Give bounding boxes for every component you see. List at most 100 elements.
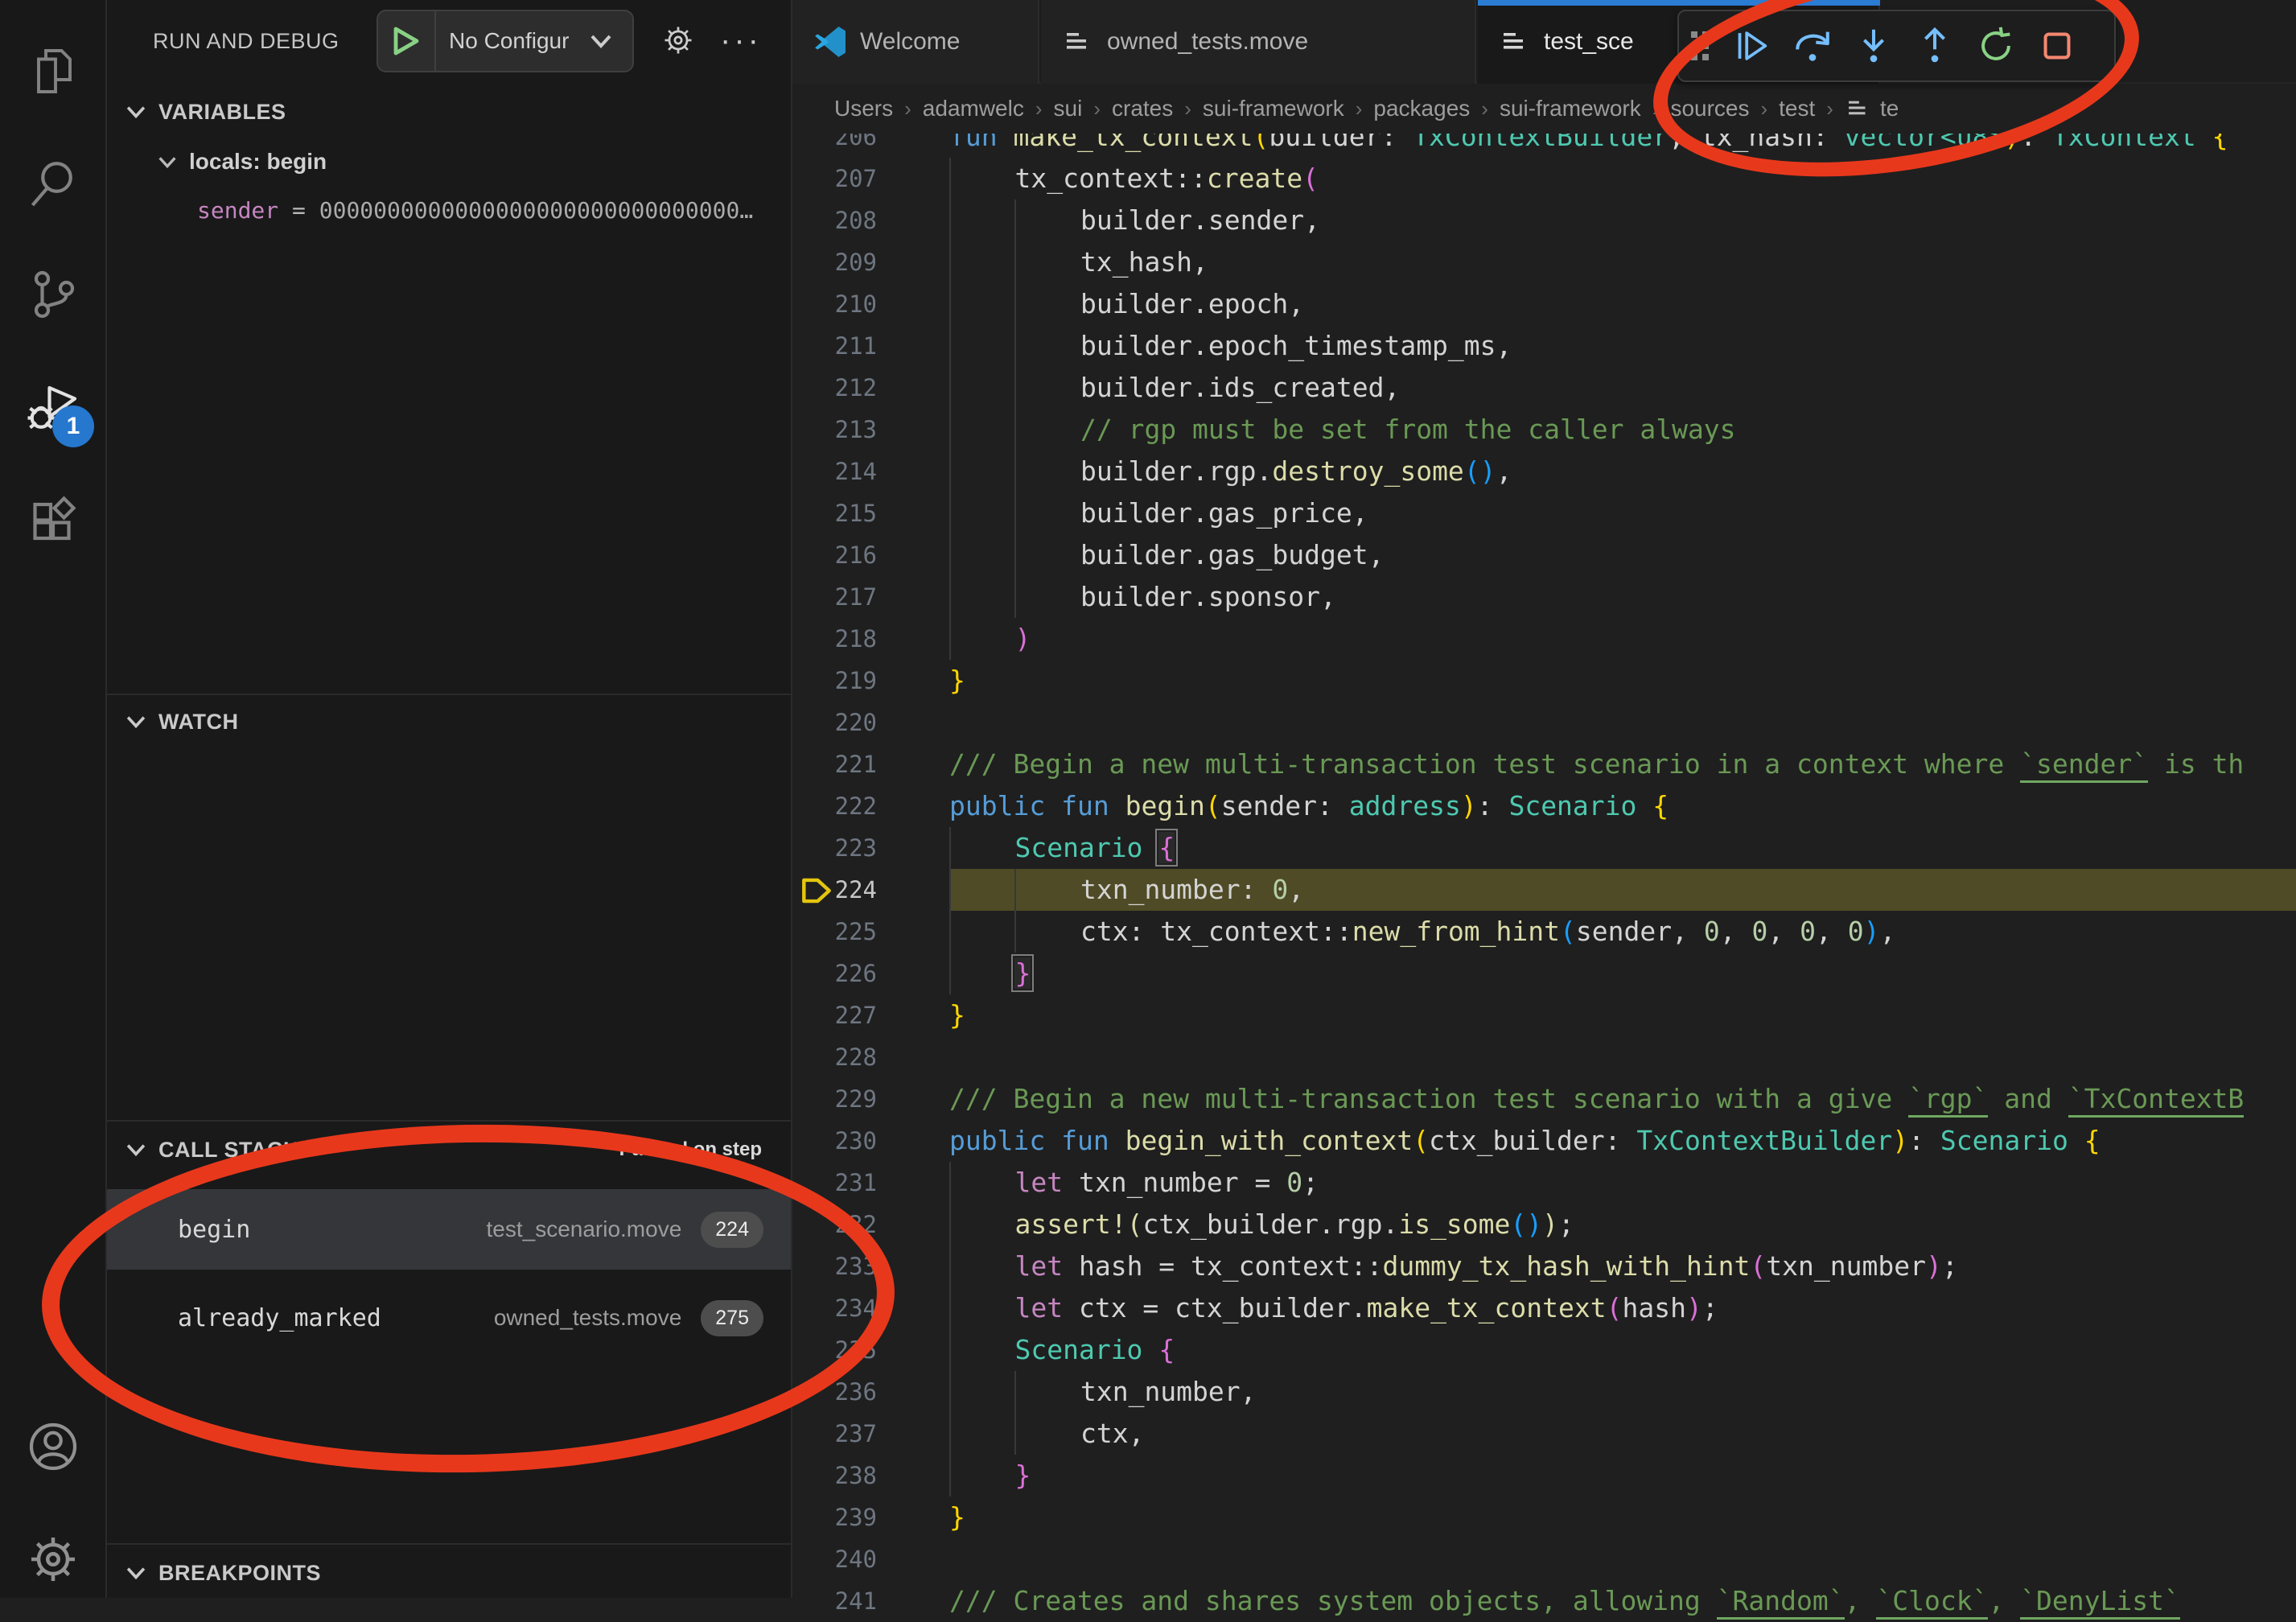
line-number[interactable]: 216 (792, 534, 899, 576)
breadcrumb-item[interactable]: packages (1373, 96, 1470, 121)
line-number[interactable]: 226 (792, 953, 899, 994)
line-number[interactable]: 208 (792, 200, 899, 241)
tab-welcome[interactable]: Welcome (792, 0, 1039, 84)
code-line[interactable]: 236 txn_number, (792, 1371, 2296, 1413)
variables-section-header[interactable]: VARIABLES (107, 87, 791, 137)
watch-section-header[interactable]: WATCH (107, 697, 791, 747)
variable-row[interactable]: sender = 0000000000000000000000000000000… (107, 187, 791, 233)
code-line[interactable]: 233 let hash = tx_context::dummy_tx_hash… (792, 1245, 2296, 1287)
call-stack-frame[interactable]: begin test_scenario.move 224 (107, 1189, 791, 1270)
code-line[interactable]: 238 } (792, 1455, 2296, 1496)
code-line[interactable]: 207 tx_context::create( (792, 158, 2296, 200)
variables-scope-row[interactable]: locals: begin (107, 138, 791, 185)
line-number[interactable]: 227 (792, 994, 899, 1036)
code-line[interactable]: 241/// Creates and shares system objects… (792, 1580, 2296, 1622)
line-number[interactable]: 223 (792, 827, 899, 869)
code-line[interactable]: 228 (792, 1036, 2296, 1078)
line-number[interactable]: 231 (792, 1162, 899, 1204)
code-line[interactable]: 218 ) (792, 618, 2296, 660)
breadcrumb-item[interactable]: crates (1112, 96, 1173, 121)
breadcrumb-item[interactable]: sui (1054, 96, 1083, 121)
line-number[interactable]: 232 (792, 1204, 899, 1245)
line-number[interactable]: 214 (792, 451, 899, 492)
code-line[interactable]: 209 tx_hash, (792, 241, 2296, 283)
code-line[interactable]: 214 builder.rgp.destroy_some(), (792, 451, 2296, 492)
code-line[interactable]: 223 Scenario { (792, 827, 2296, 869)
breadcrumb-item[interactable]: sui-framework (1500, 96, 1641, 121)
code-line[interactable]: 232 assert!(ctx_builder.rgp.is_some()); (792, 1204, 2296, 1245)
line-number[interactable]: 211 (792, 325, 899, 367)
line-number[interactable]: 237 (792, 1413, 899, 1455)
code-line[interactable]: 211 builder.epoch_timestamp_ms, (792, 325, 2296, 367)
line-number[interactable]: 233 (792, 1245, 899, 1287)
line-number[interactable]: 230 (792, 1120, 899, 1162)
step-into-button[interactable] (1843, 15, 1904, 76)
tab-owned-tests[interactable]: owned_tests.move (1041, 0, 1476, 84)
code-line[interactable]: 208 builder.sender, (792, 200, 2296, 241)
run-and-debug-icon[interactable]: 1 (0, 359, 105, 455)
breadcrumb-item[interactable]: adamwelc (923, 96, 1024, 121)
breadcrumb-item[interactable]: test (1779, 96, 1815, 121)
code-line[interactable]: 221/// Begin a new multi-transaction tes… (792, 743, 2296, 785)
code-line[interactable]: 220 (792, 702, 2296, 743)
code-line[interactable]: 235 Scenario { (792, 1329, 2296, 1371)
debug-config-button[interactable]: No Configur (376, 10, 634, 72)
debug-config-select[interactable]: No Configur (436, 28, 589, 54)
source-control-icon[interactable] (0, 246, 105, 343)
code-line[interactable]: 216 builder.gas_budget, (792, 534, 2296, 576)
line-number[interactable]: 238 (792, 1455, 899, 1496)
line-number[interactable]: 217 (792, 576, 899, 618)
restart-button[interactable] (1965, 15, 2026, 76)
call-stack-frame[interactable]: already_marked owned_tests.move 275 (107, 1278, 791, 1358)
line-number[interactable]: 209 (792, 241, 899, 283)
line-number[interactable]: 221 (792, 743, 899, 785)
line-number[interactable]: 225 (792, 911, 899, 953)
code-line[interactable]: 229/// Begin a new multi-transaction tes… (792, 1078, 2296, 1120)
line-number[interactable]: 218 (792, 618, 899, 660)
line-number[interactable]: 219 (792, 660, 899, 702)
breadcrumb[interactable]: Users›adamwelc›sui›crates›sui-framework›… (792, 84, 2296, 134)
code-line[interactable]: 219} (792, 660, 2296, 702)
line-number[interactable]: 241 (792, 1580, 899, 1622)
toolbar-drag-grip-icon[interactable] (1679, 28, 1721, 64)
code-line[interactable]: 225 ctx: tx_context::new_from_hint(sende… (792, 911, 2296, 953)
search-icon[interactable] (0, 135, 105, 232)
line-number[interactable]: 210 (792, 283, 899, 325)
line-number[interactable]: 229 (792, 1078, 899, 1120)
code-line[interactable]: 231 let txn_number = 0; (792, 1162, 2296, 1204)
line-number[interactable]: 215 (792, 492, 899, 534)
line-number[interactable]: 222 (792, 785, 899, 827)
line-number[interactable]: 212 (792, 367, 899, 409)
line-number[interactable]: 213 (792, 409, 899, 451)
accounts-icon[interactable] (0, 1398, 105, 1495)
line-number[interactable]: 239 (792, 1496, 899, 1538)
more-actions-icon[interactable]: ··· (718, 18, 763, 63)
stop-button[interactable] (2026, 15, 2088, 76)
code-line[interactable]: 237 ctx, (792, 1413, 2296, 1455)
code-line[interactable]: 234 let ctx = ctx_builder.make_tx_contex… (792, 1287, 2296, 1329)
step-over-button[interactable] (1782, 15, 1843, 76)
line-number[interactable]: 207 (792, 158, 899, 200)
call-stack-section-header[interactable]: CALL STACK Paused on step (107, 1125, 791, 1175)
line-number[interactable]: 240 (792, 1538, 899, 1580)
line-number[interactable]: 234 (792, 1287, 899, 1329)
code-line[interactable]: 226 } (792, 953, 2296, 994)
code-line[interactable]: 227} (792, 994, 2296, 1036)
continue-button[interactable] (1721, 15, 1782, 76)
line-number[interactable]: 228 (792, 1036, 899, 1078)
settings-gear-icon[interactable] (0, 1511, 105, 1608)
breadcrumb-item[interactable]: sources (1670, 96, 1749, 121)
line-number[interactable]: 236 (792, 1371, 899, 1413)
code-line[interactable]: 240 (792, 1538, 2296, 1580)
line-number[interactable]: 220 (792, 702, 899, 743)
code-line[interactable]: 213 // rgp must be set from the caller a… (792, 409, 2296, 451)
code-line[interactable]: 212 builder.ids_created, (792, 367, 2296, 409)
breadcrumb-item[interactable]: te (1880, 96, 1899, 121)
debug-settings-gear-icon[interactable] (656, 18, 701, 63)
code-line[interactable]: 222public fun begin(sender: address): Sc… (792, 785, 2296, 827)
code-line[interactable]: 217 builder.sponsor, (792, 576, 2296, 618)
code-line[interactable]: 230public fun begin_with_context(ctx_bui… (792, 1120, 2296, 1162)
breadcrumb-item[interactable]: sui-framework (1203, 96, 1344, 121)
step-out-button[interactable] (1904, 15, 1965, 76)
code-line[interactable]: 239} (792, 1496, 2296, 1538)
